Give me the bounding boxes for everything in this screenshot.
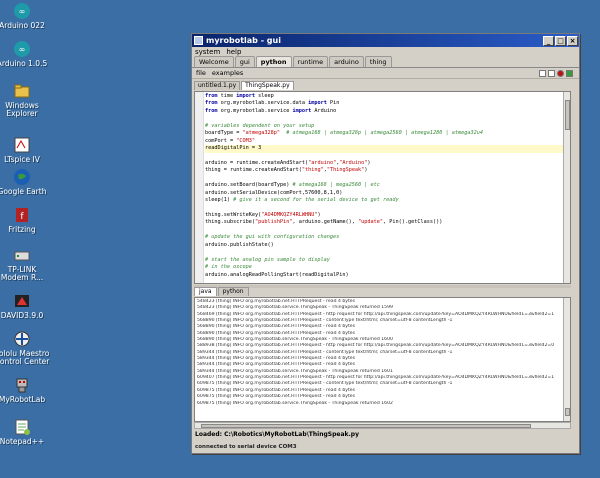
menu-system[interactable]: system: [195, 48, 220, 56]
menu-examples[interactable]: examples: [212, 69, 243, 77]
python-toolbar: file examples: [192, 68, 579, 79]
desktop-icon-google-earth[interactable]: Google Earth: [0, 168, 46, 196]
desktop-icon-arduino-105[interactable]: ∞ Arduino 1.0.5: [0, 40, 47, 68]
run-icon[interactable]: [566, 69, 573, 77]
code-line: thing = runtime.createAndStart("thing","…: [205, 167, 368, 174]
desktop-icon-pololu[interactable]: Pololu Maestro Control Center: [0, 330, 49, 366]
code-line: from org.myrobotlab.service.data import …: [205, 100, 340, 107]
code-line: boardType = "atmega328p" # atmega168 | a…: [205, 130, 483, 137]
log-line: 588938 [thing] INFO org.myrobotlab.net.H…: [197, 343, 555, 349]
code-line: sleep(1) # give it a second for the seri…: [205, 197, 399, 204]
open-file-icon[interactable]: [548, 69, 555, 77]
code-line: readDigitalPin = 3: [205, 145, 570, 153]
app-icon: [194, 36, 203, 45]
code-line: # variables dependent on your setup: [205, 122, 315, 129]
window-title: myrobotlab - gui: [206, 36, 281, 45]
editor-vertical-scrollbar[interactable]: [563, 92, 570, 283]
log-console[interactable]: 548423 [thing] INFO org.myrobotlab.net.H…: [194, 297, 571, 422]
google-earth-icon: [13, 168, 31, 186]
desktop-icon-myrobotlab[interactable]: MyRobotLab: [0, 376, 45, 404]
connection-status: connected to serial device COM3: [195, 444, 297, 450]
tab-runtime[interactable]: runtime: [292, 56, 329, 67]
loaded-file-status: Loaded: C:\Robotics\MyRobotLab\ThingSpea…: [195, 431, 360, 438]
code-line: comPort = "COM3": [205, 137, 255, 144]
code-line: # in the oscope: [205, 264, 252, 271]
log-tabs: java python: [194, 287, 249, 296]
code-line: from time import sleep: [205, 93, 274, 99]
toolbar-buttons: [539, 69, 575, 77]
desktop-icon-windows-explorer[interactable]: Windows Explorer: [0, 82, 44, 118]
tab-gui[interactable]: gui: [234, 56, 255, 67]
tplink-icon: [13, 246, 31, 264]
code-line: thing.subscribe("publishPin", arduino.ge…: [205, 219, 443, 226]
pololu-icon: [13, 330, 31, 348]
code-line: from org.myrobotlab.service import Ardui…: [205, 107, 337, 114]
code-editor[interactable]: from time import sleep from org.myrobotla…: [194, 91, 571, 284]
code-line: thing.setWriteKey("AO4DMKQZY4RLWHNU"): [205, 212, 321, 218]
editor-tab-untitled[interactable]: untitled.1.py: [194, 81, 241, 90]
close-button[interactable]: ×: [567, 35, 578, 46]
desktop-icon-david[interactable]: DAVID3.9.0: [0, 292, 44, 320]
code-area[interactable]: from time import sleep from org.myrobotla…: [205, 93, 570, 283]
desktop-icon-ltspice[interactable]: LTspice IV: [0, 136, 44, 164]
code-line: arduino.setBoard(boardType) # atmega168 …: [205, 182, 380, 189]
code-line: arduino.publishState(): [205, 241, 274, 248]
desktop-icon-fritzing[interactable]: f Fritzing: [0, 206, 44, 234]
menu-file[interactable]: file: [196, 69, 206, 77]
stop-icon[interactable]: [557, 69, 564, 77]
desktop-icon-tplink[interactable]: TP-LINK Modem R...: [0, 246, 44, 282]
fritzing-icon: f: [13, 206, 31, 224]
explorer-icon: [13, 82, 31, 100]
new-file-icon[interactable]: [539, 69, 546, 77]
log-horizontal-scrollbar[interactable]: [194, 422, 571, 429]
ltspice-icon: [13, 136, 31, 154]
code-line: arduino.analogReadPollingStart(readDigit…: [205, 271, 349, 278]
log-lines: 548423 [thing] INFO org.myrobotlab.net.H…: [197, 299, 562, 420]
desktop-icon-arduino-022[interactable]: ∞ Arduino 022: [0, 2, 45, 30]
tab-python[interactable]: python: [255, 56, 292, 67]
code-line: arduino = runtime.createAndStart("arduin…: [205, 159, 371, 166]
svg-text:∞: ∞: [19, 7, 26, 16]
minimize-button[interactable]: _: [543, 35, 554, 46]
service-tabs: Welcome gui python runtime arduino thing: [192, 56, 579, 68]
editor-tab-thingspeak[interactable]: ThingSpeak.py: [241, 81, 294, 90]
code-line: # start the analog pin sample to display: [205, 256, 330, 263]
code-line: arduino.setSerialDevice(comPort,57600,8,…: [205, 189, 343, 196]
tab-welcome[interactable]: Welcome: [194, 56, 234, 67]
notepadpp-icon: [13, 418, 31, 436]
menu-help[interactable]: help: [226, 48, 241, 56]
log-vertical-scrollbar[interactable]: [563, 298, 570, 421]
split-divider[interactable]: [194, 285, 571, 288]
svg-text:∞: ∞: [19, 45, 26, 54]
desktop-icon-notepadpp[interactable]: Notepad++: [0, 418, 44, 446]
editor-tabs: untitled.1.py ThingSpeak.py: [192, 80, 579, 90]
maximize-button[interactable]: □: [555, 35, 566, 46]
log-tab-python[interactable]: python: [217, 287, 249, 296]
tab-thing[interactable]: thing: [364, 56, 392, 67]
log-tab-java[interactable]: java: [194, 287, 217, 296]
window-titlebar[interactable]: myrobotlab - gui _ □ ×: [192, 34, 579, 47]
myrobotlab-icon: [13, 376, 31, 394]
david-icon: [13, 292, 31, 310]
arduino-icon: ∞: [13, 40, 31, 58]
arduino-icon: ∞: [13, 2, 31, 20]
tab-arduino[interactable]: arduino: [329, 56, 364, 67]
code-line: # update the gui with configuration chan…: [205, 234, 340, 241]
myrobotlab-window: myrobotlab - gui _ □ × system help Welco…: [191, 33, 580, 454]
editor-gutter: [195, 92, 204, 283]
